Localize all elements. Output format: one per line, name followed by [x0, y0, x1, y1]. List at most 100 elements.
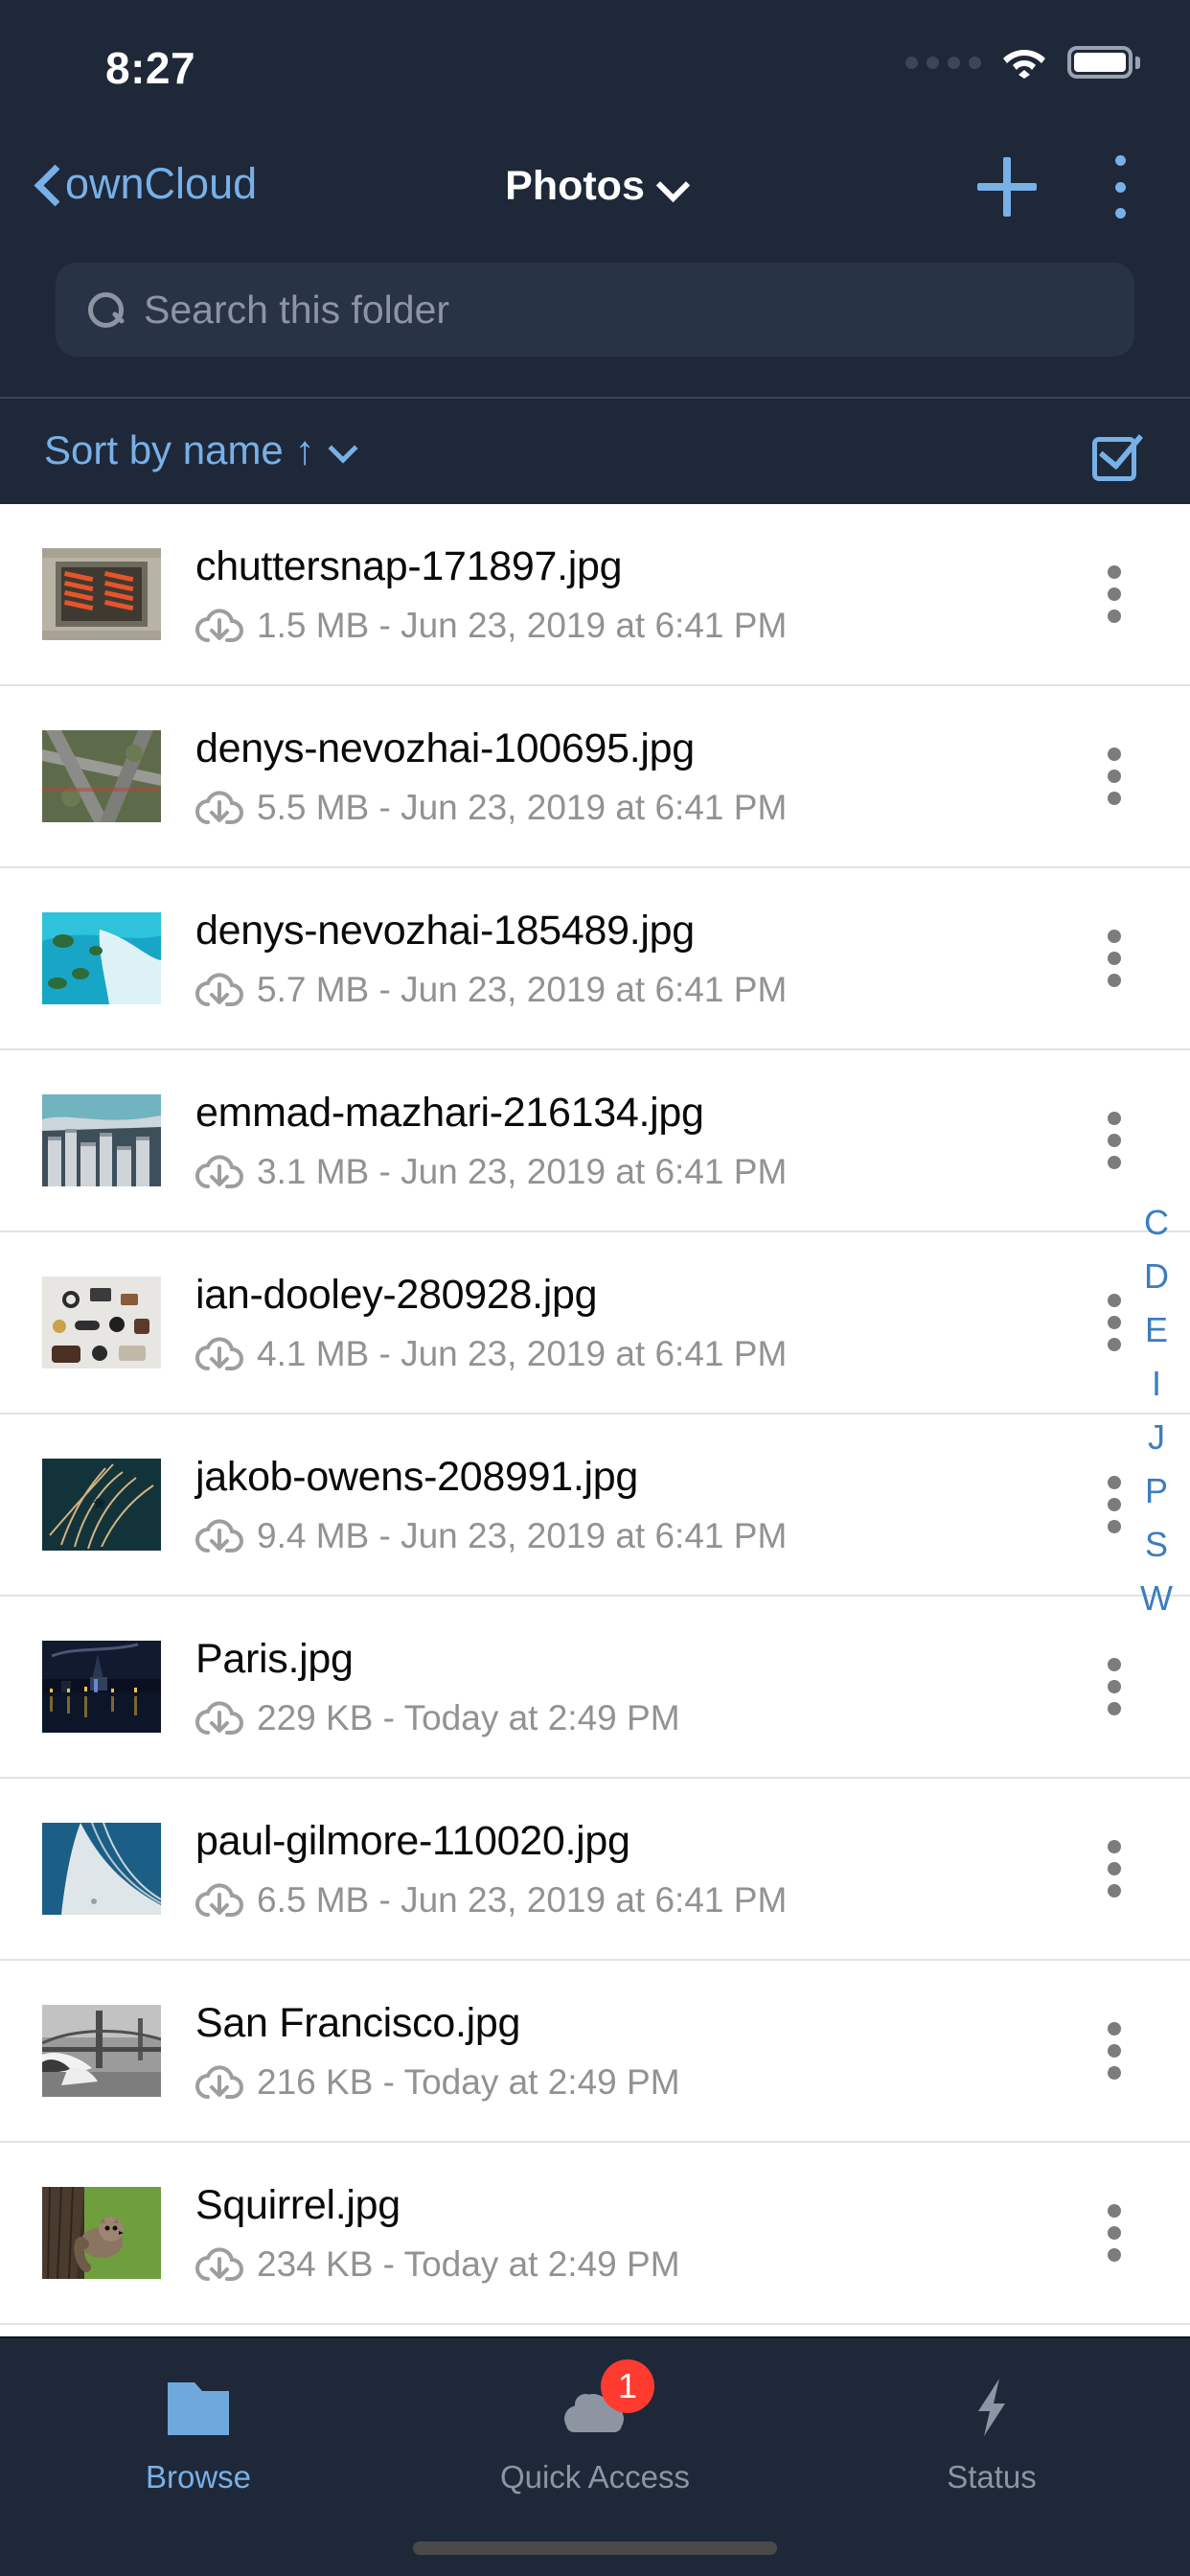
sort-button[interactable]: Sort by name ↑ [44, 427, 355, 473]
index-letter[interactable]: C [1144, 1206, 1169, 1240]
home-indicator [413, 2542, 777, 2555]
select-all-button[interactable] [1088, 423, 1144, 483]
index-letter[interactable]: D [1144, 1259, 1169, 1294]
folder-icon [162, 2373, 235, 2442]
file-row-text: chuttersnap-171897.jpg 1.5 MB - Jun 23, … [195, 543, 1102, 646]
sort-button-label: Sort by name [44, 427, 284, 472]
cloud-download-icon [195, 972, 243, 1008]
file-row[interactable]: paul-gilmore-110020.jpg 6.5 MB - Jun 23,… [0, 1779, 1190, 1961]
index-letter[interactable]: I [1152, 1367, 1161, 1401]
file-row-text: jakob-owens-208991.jpg 9.4 MB - Jun 23, … [195, 1454, 1102, 1556]
add-button[interactable] [977, 157, 1037, 217]
file-row[interactable]: jakob-owens-208991.jpg 9.4 MB - Jun 23, … [0, 1414, 1190, 1597]
file-row-text: Squirrel.jpg 234 KB - Today at 2:49 PM [195, 2182, 1102, 2285]
more-options-button[interactable] [1106, 155, 1134, 218]
file-thumbnail [42, 1094, 161, 1186]
cloud-download-icon [195, 1336, 243, 1372]
cloud-download-icon [195, 2246, 243, 2283]
file-meta: 5.7 MB - Jun 23, 2019 at 6:41 PM [195, 970, 1102, 1010]
file-name: denys-nevozhai-185489.jpg [195, 907, 695, 954]
file-list[interactable]: chuttersnap-171897.jpg 1.5 MB - Jun 23, … [0, 504, 1190, 2336]
search-input[interactable]: Search this folder [56, 263, 1134, 356]
file-more-button[interactable] [1102, 1658, 1127, 1715]
file-more-button[interactable] [1102, 1112, 1127, 1169]
file-more-button[interactable] [1102, 930, 1127, 987]
file-row-text: San Francisco.jpg 216 KB - Today at 2:49… [195, 2000, 1102, 2103]
file-more-button[interactable] [1102, 2204, 1127, 2262]
chevron-down-icon [331, 438, 355, 463]
tab-status[interactable]: Status [793, 2338, 1190, 2496]
file-thumbnail [42, 1276, 161, 1368]
file-name: San Francisco.jpg [195, 1999, 521, 2046]
index-letter[interactable]: W [1140, 1581, 1173, 1616]
file-meta: 234 KB - Today at 2:49 PM [195, 2244, 1102, 2285]
file-more-button[interactable] [1102, 1294, 1127, 1351]
file-row[interactable]: denys-nevozhai-185489.jpg 5.7 MB - Jun 2… [0, 868, 1190, 1050]
file-meta: 4.1 MB - Jun 23, 2019 at 6:41 PM [195, 1334, 1102, 1374]
file-detail: 5.5 MB - Jun 23, 2019 at 6:41 PM [257, 787, 788, 827]
index-letter[interactable]: J [1148, 1420, 1165, 1455]
file-thumbnail [42, 730, 161, 822]
navigation-bar: ownCloud Photos [0, 134, 1190, 242]
index-letter[interactable]: P [1145, 1474, 1168, 1508]
alphabet-index-strip[interactable]: CDEIJPSW [1131, 1206, 1182, 1616]
file-name: Squirrel.jpg [195, 2181, 400, 2228]
sort-bar: Sort by name ↑ [0, 397, 1190, 504]
file-thumbnail [42, 1823, 161, 1915]
sort-direction-icon: ↑ [294, 427, 315, 472]
cloud-download-icon [195, 1154, 243, 1190]
file-name: ian-dooley-280928.jpg [195, 1271, 598, 1318]
file-row-text: Paris.jpg 229 KB - Today at 2:49 PM [195, 1636, 1102, 1738]
file-name: Paris.jpg [195, 1635, 354, 1682]
quick-access-badge: 1 [601, 2359, 654, 2413]
file-thumbnail [42, 1459, 161, 1551]
file-row-text: denys-nevozhai-185489.jpg 5.7 MB - Jun 2… [195, 908, 1102, 1010]
file-row[interactable]: denys-nevozhai-100695.jpg 5.5 MB - Jun 2… [0, 686, 1190, 868]
file-row[interactable]: ian-dooley-280928.jpg 4.1 MB - Jun 23, 2… [0, 1232, 1190, 1414]
file-meta: 229 KB - Today at 2:49 PM [195, 1698, 1102, 1738]
file-more-button[interactable] [1102, 565, 1127, 623]
file-name: jakob-owens-208991.jpg [195, 1453, 638, 1500]
tab-browse[interactable]: Browse [0, 2338, 397, 2496]
file-row[interactable]: chuttersnap-171897.jpg 1.5 MB - Jun 23, … [0, 504, 1190, 686]
file-row[interactable]: Squirrel.jpg 234 KB - Today at 2:49 PM [0, 2143, 1190, 2325]
file-name: denys-nevozhai-100695.jpg [195, 724, 695, 771]
file-meta: 1.5 MB - Jun 23, 2019 at 6:41 PM [195, 606, 1102, 646]
file-row-text: ian-dooley-280928.jpg 4.1 MB - Jun 23, 2… [195, 1272, 1102, 1374]
file-more-button[interactable] [1102, 1476, 1127, 1533]
file-row[interactable]: Paris.jpg 229 KB - Today at 2:49 PM [0, 1597, 1190, 1779]
file-row-text: denys-nevozhai-100695.jpg 5.5 MB - Jun 2… [195, 725, 1102, 828]
cloud-download-icon [195, 1518, 243, 1554]
cloud-download-icon [195, 2064, 243, 2101]
tab-quick-access[interactable]: 1 Quick Access [397, 2338, 793, 2496]
file-thumbnail [42, 2187, 161, 2279]
file-thumbnail [42, 2005, 161, 2097]
status-bar-time: 8:27 [105, 43, 196, 93]
file-meta: 6.5 MB - Jun 23, 2019 at 6:41 PM [195, 1880, 1102, 1920]
signal-dots-icon [905, 56, 981, 69]
file-detail: 6.5 MB - Jun 23, 2019 at 6:41 PM [257, 1879, 788, 1920]
file-more-button[interactable] [1102, 1840, 1127, 1898]
status-bar-indicators [905, 46, 1140, 79]
search-bar-container: Search this folder [0, 242, 1190, 387]
file-thumbnail [42, 1641, 161, 1733]
file-detail: 3.1 MB - Jun 23, 2019 at 6:41 PM [257, 1151, 788, 1191]
file-row[interactable]: emmad-mazhari-216134.jpg 3.1 MB - Jun 23… [0, 1050, 1190, 1232]
bottom-tab-bar: Browse 1 Quick Access Status [0, 2336, 1190, 2576]
lightning-bolt-icon [955, 2373, 1028, 2442]
file-name: chuttersnap-171897.jpg [195, 542, 623, 589]
index-letter[interactable]: S [1145, 1528, 1168, 1562]
tab-quick-access-label: Quick Access [499, 2459, 691, 2495]
file-meta: 3.1 MB - Jun 23, 2019 at 6:41 PM [195, 1152, 1102, 1192]
file-meta: 5.5 MB - Jun 23, 2019 at 6:41 PM [195, 788, 1102, 828]
file-more-button[interactable] [1102, 2022, 1127, 2080]
tab-status-label: Status [947, 2459, 1037, 2495]
file-more-button[interactable] [1102, 748, 1127, 805]
index-letter[interactable]: E [1145, 1313, 1168, 1347]
file-thumbnail [42, 912, 161, 1004]
file-detail: 9.4 MB - Jun 23, 2019 at 6:41 PM [257, 1515, 788, 1555]
cloud-download-icon [195, 1882, 243, 1919]
cloud-download-icon [195, 1700, 243, 1736]
file-row[interactable]: San Francisco.jpg 216 KB - Today at 2:49… [0, 1961, 1190, 2143]
file-detail: 216 KB - Today at 2:49 PM [257, 2061, 680, 2102]
